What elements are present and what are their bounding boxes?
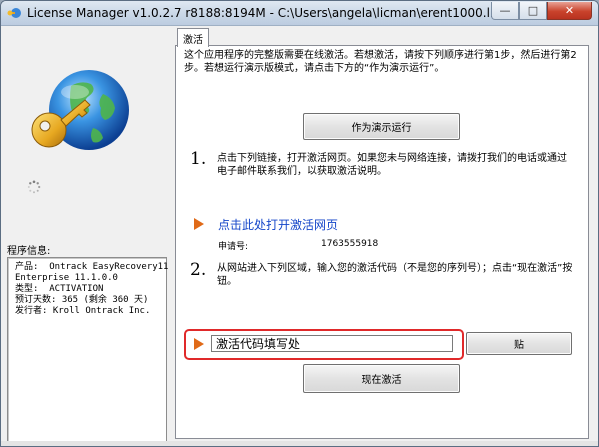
program-info-line: Enterprise 11.1.0.0 [15, 273, 118, 283]
paste-button[interactable]: 贴 [466, 332, 572, 355]
code-arrow-icon [194, 338, 204, 350]
window-title: License Manager v1.0.2.7 r8188:8194M - C… [27, 6, 500, 20]
program-info-box[interactable]: 产品: Ontrack EasyRecovery11 Enterprise 11… [7, 257, 169, 443]
step1-number: 1. [190, 149, 207, 169]
tab-area: 激活 这个应用程序的完整版需要在线激活。若想激活，请按下列顺序进行第1步，然后进… [175, 26, 589, 439]
left-panel: 程序信息: 产品: Ontrack EasyRecovery11 Enterpr… [1, 26, 171, 444]
window-controls: — □ ✕ [491, 2, 592, 20]
program-info-line: 发行者: Kroll Ontrack Inc. [15, 306, 151, 316]
intro-text: 这个应用程序的完整版需要在线激活。若想激活，请按下列顺序进行第1步，然后进行第2… [184, 50, 577, 74]
run-demo-button[interactable]: 作为演示运行 [303, 113, 460, 140]
link-arrow-icon [194, 218, 204, 230]
program-info-line: 预订天数: 365 (剩余 360 天) [15, 295, 149, 305]
title-bar[interactable]: License Manager v1.0.2.7 r8188:8194M - C… [1, 1, 598, 26]
maximize-button[interactable]: □ [519, 2, 547, 20]
request-number-value: 1763555918 [321, 239, 379, 249]
activation-panel: 这个应用程序的完整版需要在线激活。若想激活，请按下列顺序进行第1步，然后进行第2… [175, 45, 589, 439]
license-manager-window: License Manager v1.0.2.7 r8188:8194M - C… [0, 0, 599, 447]
loading-spinner-icon [27, 180, 41, 194]
globe-key-icon [23, 64, 135, 179]
close-button[interactable]: ✕ [547, 2, 592, 20]
program-info-line: 产品: Ontrack EasyRecovery11 [15, 262, 169, 272]
app-icon [7, 8, 21, 18]
activate-now-button[interactable]: 现在激活 [303, 364, 460, 393]
minimize-button[interactable]: — [491, 2, 519, 20]
program-info-label: 程序信息: [7, 246, 51, 257]
status-bar [1, 441, 598, 446]
request-number-label: 申请号: [218, 242, 249, 252]
step2-text: 从网站进入下列区域，输入您的激活代码（不是您的序列号）；点击“现在激活”按钮。 [217, 263, 573, 287]
tab-activation[interactable]: 激活 [177, 28, 209, 47]
step2-number: 2. [190, 260, 207, 280]
activation-code-input[interactable]: 激活代码填写处 [211, 335, 453, 352]
step1-text: 点击下列链接，打开激活网页。如果您未与网络连接，请拨打我们的电话或通过电子邮件联… [217, 153, 567, 177]
open-activation-page-link[interactable]: 点击此处打开激活网页 [218, 216, 338, 233]
program-info-line: 类型: ACTIVATION [15, 284, 104, 294]
